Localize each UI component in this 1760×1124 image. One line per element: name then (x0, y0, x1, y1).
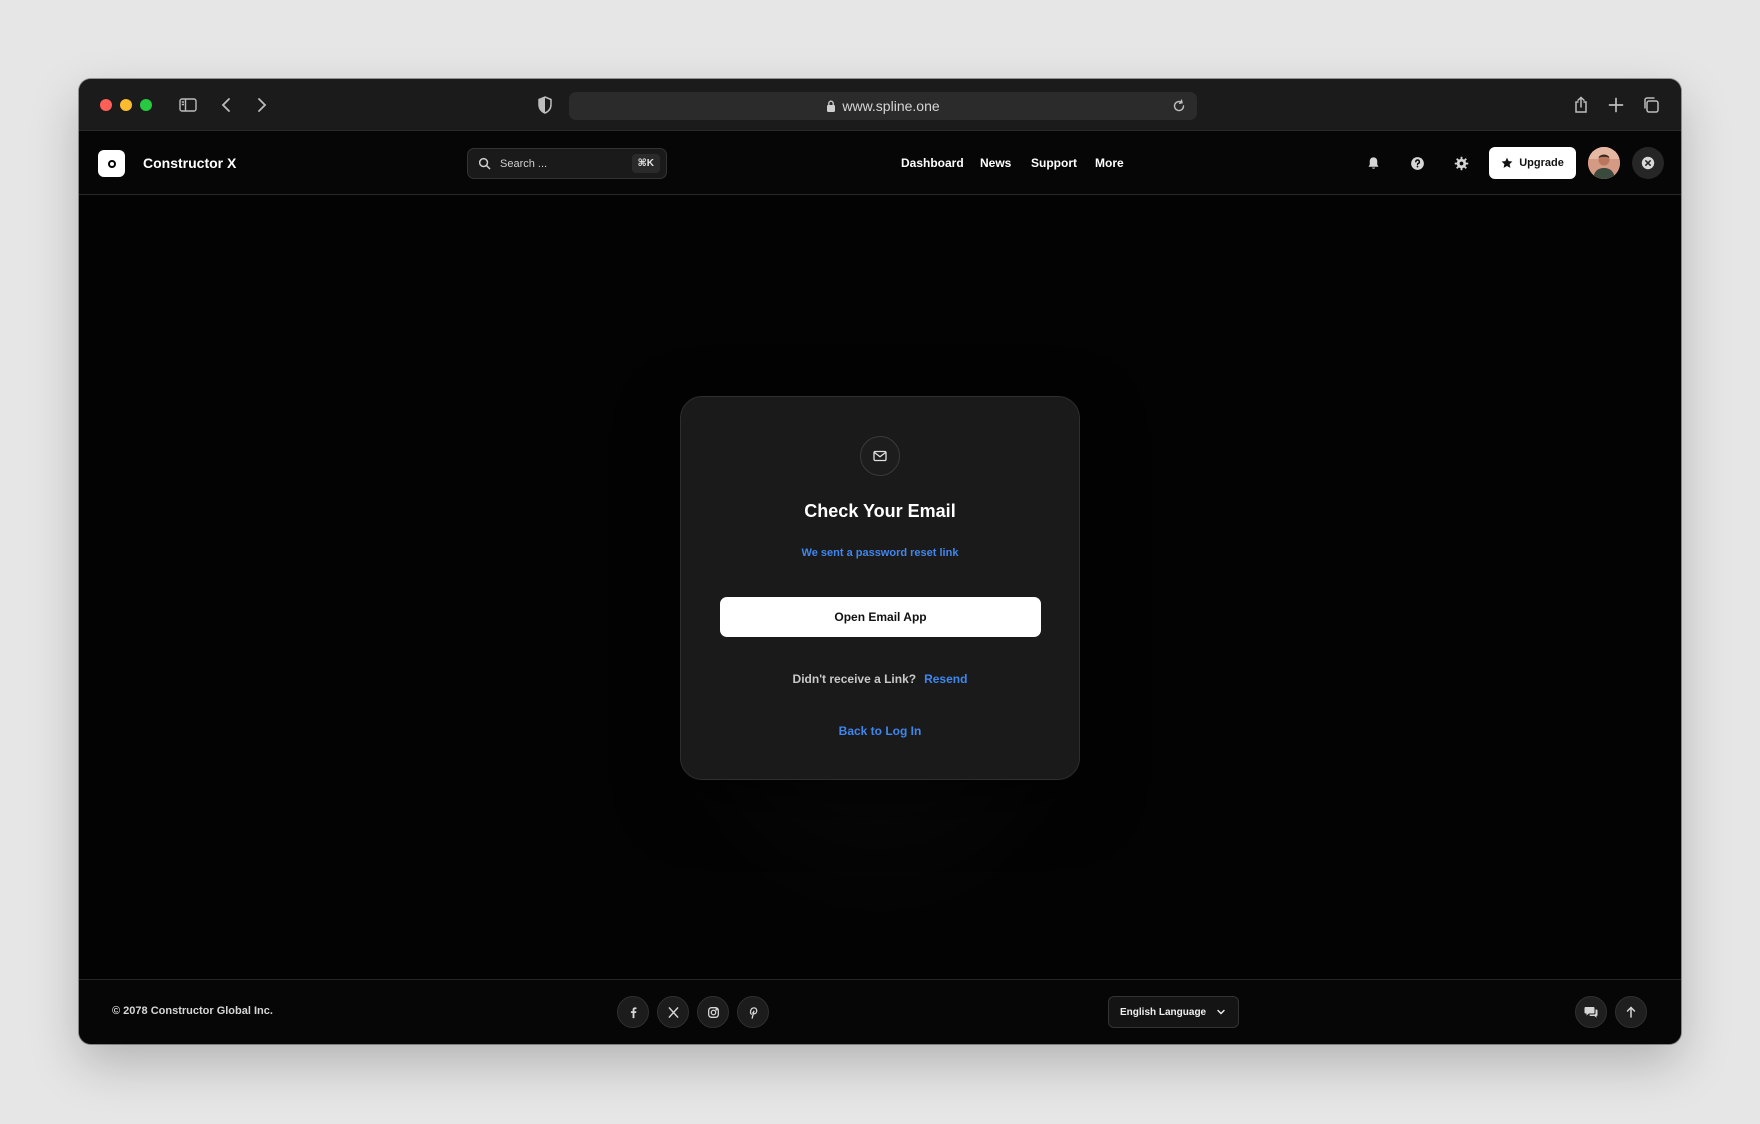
language-label: English Language (1120, 1006, 1207, 1018)
settings-gear-icon[interactable] (1450, 152, 1472, 174)
instagram-icon[interactable] (697, 996, 729, 1028)
x-icon[interactable] (657, 996, 689, 1028)
open-email-app-button[interactable]: Open Email App (720, 597, 1041, 637)
footer: © 2078 Constructor Global Inc. English L… (79, 979, 1681, 1044)
nav-more[interactable]: More (1095, 156, 1124, 170)
minimize-window-button[interactable] (120, 99, 132, 111)
browser-window: www.spline.one Constructor X Search ... … (79, 79, 1681, 1044)
main-nav: Dashboard News Support More (79, 156, 1681, 172)
share-icon[interactable] (1568, 92, 1594, 118)
copyright-text: © 2078 Constructor Global Inc. (112, 1005, 273, 1017)
reload-icon[interactable] (1171, 98, 1187, 114)
help-icon[interactable] (1406, 152, 1428, 174)
facebook-icon[interactable] (617, 996, 649, 1028)
card-title: Check Your Email (804, 501, 956, 521)
user-avatar[interactable] (1588, 147, 1620, 179)
url-text: www.spline.one (842, 98, 940, 114)
card-subtitle: We sent a password reset link (801, 547, 959, 559)
nav-support[interactable]: Support (1031, 156, 1077, 170)
forward-icon[interactable] (248, 92, 274, 118)
browser-toolbar: www.spline.one (79, 79, 1681, 131)
pinterest-icon[interactable] (737, 996, 769, 1028)
nav-dashboard[interactable]: Dashboard (901, 156, 964, 170)
back-icon[interactable] (214, 92, 240, 118)
upgrade-button[interactable]: Upgrade (1489, 147, 1576, 179)
tab-overview-icon[interactable] (1638, 92, 1664, 118)
resend-question: Didn't receive a Link? (792, 672, 917, 686)
app-header: Constructor X Search ... ⌘K Dashboard Ne… (79, 132, 1681, 195)
maximize-window-button[interactable] (140, 99, 152, 111)
lock-icon (827, 100, 836, 112)
scroll-to-top-icon[interactable] (1615, 996, 1647, 1028)
privacy-shield-icon[interactable] (532, 92, 558, 118)
resend-row: Didn't receive a Link? Resend (681, 672, 1079, 686)
resend-link[interactable]: Resend (924, 672, 967, 686)
language-select[interactable]: English Language (1108, 996, 1239, 1028)
main-content: Check Your Email We sent a password rese… (79, 196, 1681, 979)
address-bar[interactable]: www.spline.one (569, 92, 1197, 120)
sidebar-toggle-icon[interactable] (175, 92, 201, 118)
check-email-card: Check Your Email We sent a password rese… (680, 396, 1080, 780)
close-window-button[interactable] (100, 99, 112, 111)
back-to-login-link[interactable]: Back to Log In (681, 724, 1079, 738)
chat-icon[interactable] (1575, 996, 1607, 1028)
nav-news[interactable]: News (980, 156, 1011, 170)
window-controls (100, 99, 152, 111)
new-tab-icon[interactable] (1603, 92, 1629, 118)
chevron-down-icon (1217, 1009, 1225, 1015)
upgrade-label: Upgrade (1519, 157, 1564, 169)
close-icon[interactable] (1632, 147, 1664, 179)
star-icon (1501, 157, 1513, 168)
notifications-bell-icon[interactable] (1362, 152, 1384, 174)
mail-icon (860, 436, 900, 476)
